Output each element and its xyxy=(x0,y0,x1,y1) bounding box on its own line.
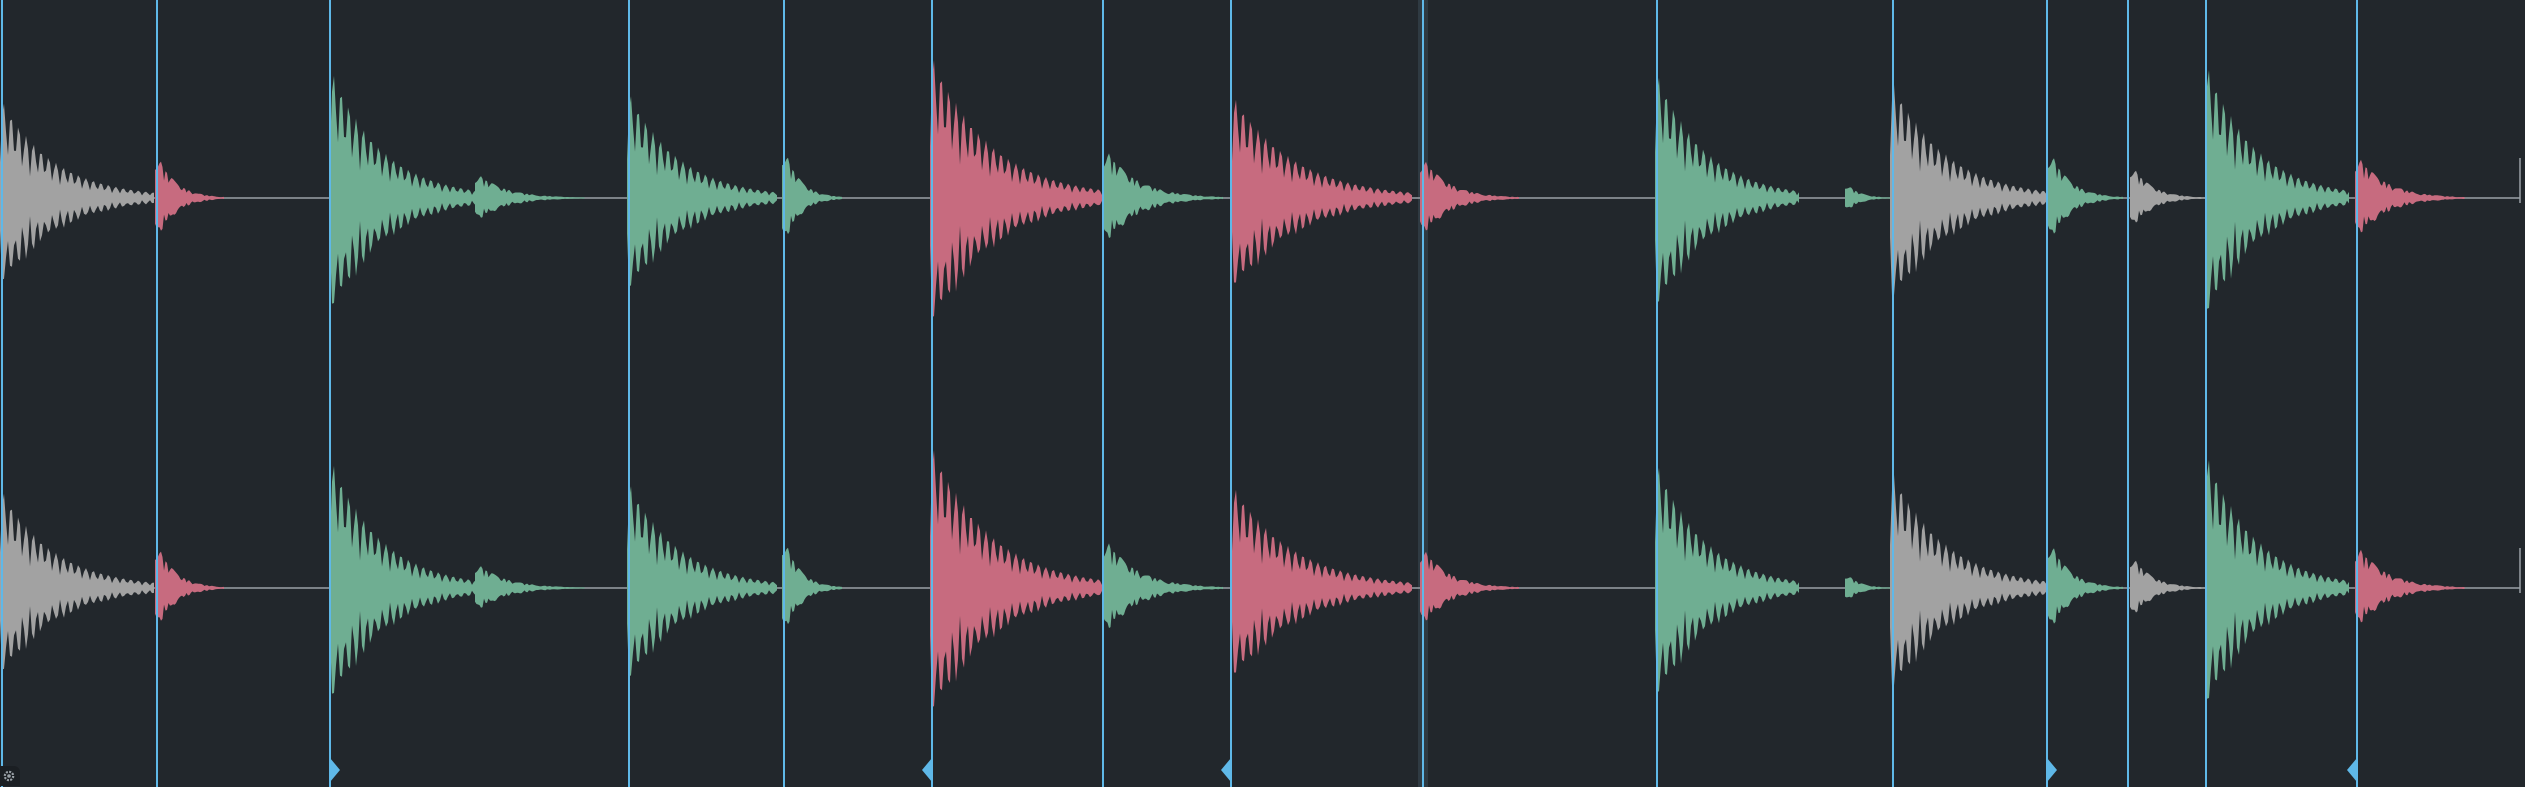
slice-flag-handle[interactable] xyxy=(922,758,932,782)
waveform-hit-gray xyxy=(2130,170,2205,223)
waveform-hit-green xyxy=(2205,70,2349,309)
waveform-hit-green xyxy=(475,566,585,608)
waveform-hit-gray xyxy=(2130,560,2205,613)
waveform-hit-green xyxy=(782,547,842,625)
slice-marker[interactable] xyxy=(922,0,933,787)
waveform-canvas[interactable] xyxy=(0,0,2525,787)
waveform-hit-green xyxy=(2048,548,2123,624)
waveform-hit-green xyxy=(1655,77,1799,303)
waveform-hit-green xyxy=(1103,543,1223,628)
waveform-hit-green xyxy=(1845,577,1895,598)
waveform-hit-gray xyxy=(0,493,154,670)
waveform-hit-green xyxy=(1103,153,1223,238)
slice-marker[interactable] xyxy=(1221,0,1232,787)
waveform-hit-gray xyxy=(1890,474,2050,686)
waveform-hit-green xyxy=(782,157,842,235)
slice-flag-handle[interactable] xyxy=(2047,758,2057,782)
waveform-hit-green xyxy=(330,75,480,304)
gear-icon xyxy=(3,770,15,782)
waveform-hit-green xyxy=(627,486,777,676)
waveform-hit-green xyxy=(475,176,585,218)
waveform-hit-green xyxy=(627,96,777,286)
waveform-hit-green xyxy=(2205,460,2349,699)
slice-marker[interactable] xyxy=(2347,0,2358,787)
waveform-hit-gray xyxy=(0,103,154,280)
waveform-editor[interactable] xyxy=(0,0,2525,787)
waveform-hit-red xyxy=(930,450,1104,707)
waveform-hit-green xyxy=(2048,158,2123,234)
waveform-hit-green xyxy=(330,465,480,694)
waveform-hit-green xyxy=(1655,467,1799,693)
waveform-hit-gray xyxy=(1890,84,2050,296)
waveform-hit-red xyxy=(1420,161,1519,231)
waveform-hit-red xyxy=(2355,549,2465,623)
waveform-hit-red xyxy=(155,551,224,621)
slice-marker[interactable] xyxy=(2046,0,2057,787)
slice-flag-handle[interactable] xyxy=(330,758,340,782)
waveform-hit-red xyxy=(155,161,224,231)
slice-flag-handle[interactable] xyxy=(1221,758,1231,782)
waveform-hit-red xyxy=(1420,551,1519,621)
channel-right[interactable] xyxy=(0,450,2521,707)
waveform-hit-green xyxy=(1845,187,1895,208)
waveform-hit-red xyxy=(930,60,1104,317)
waveform-hit-red xyxy=(1232,99,1412,283)
settings-button[interactable] xyxy=(0,766,20,786)
slice-flag-handle[interactable] xyxy=(2347,758,2357,782)
channel-left[interactable] xyxy=(0,60,2521,317)
waveform-hit-red xyxy=(2355,159,2465,233)
waveform-hit-red xyxy=(1232,489,1412,673)
